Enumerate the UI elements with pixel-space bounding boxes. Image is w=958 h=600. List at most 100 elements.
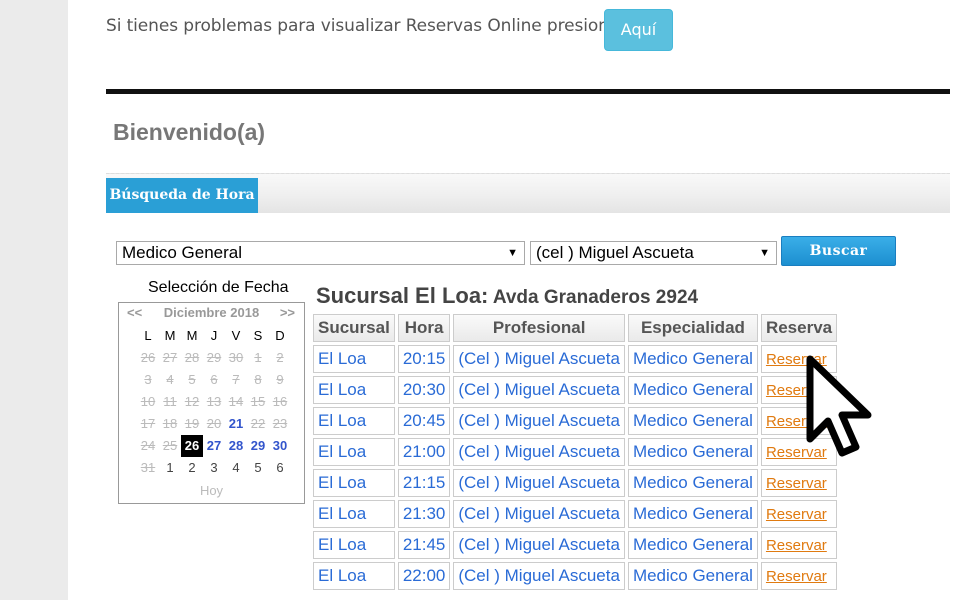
table-row: El Loa 20:15 (Cel ) Miguel Ascueta Medico G… xyxy=(313,345,838,373)
calendar-day: 29 xyxy=(206,350,222,365)
calendar-day: 5 xyxy=(188,372,196,387)
left-gutter xyxy=(0,0,68,600)
branch-name: Sucursal El Loa: xyxy=(316,283,489,308)
calendar-day: 1 xyxy=(254,350,262,365)
weekday-label: V xyxy=(231,328,241,343)
weekday-label: M xyxy=(186,328,198,343)
weekday-label: M xyxy=(164,328,176,343)
calendar-day: 20 xyxy=(206,416,222,431)
calendar-day: 12 xyxy=(184,394,200,409)
cell-sucursal: El Loa xyxy=(313,500,395,528)
cell-especialidad: Medico General xyxy=(627,407,758,435)
table-row: El Loa 21:45 (Cel ) Miguel Ascueta Medico G… xyxy=(313,531,838,559)
cell-hora: 20:30 xyxy=(397,376,451,404)
cell-profesional: (Cel ) Miguel Ascueta xyxy=(453,407,625,435)
cell-especialidad: Medico General xyxy=(627,438,758,466)
cell-profesional: (Cel ) Miguel Ascueta xyxy=(453,376,625,404)
calendar-day: 15 xyxy=(250,394,266,409)
search-button[interactable]: Buscar xyxy=(781,236,896,266)
aqui-button[interactable]: Aquí xyxy=(604,9,673,51)
cell-sucursal: El Loa xyxy=(313,376,395,404)
reservar-link[interactable]: Reservar xyxy=(760,531,838,559)
calendar-day: 28 xyxy=(184,350,200,365)
specialty-select[interactable]: Medico General ▼ xyxy=(116,241,525,265)
column-header: Especialidad xyxy=(627,314,758,342)
professional-select-value: (cel ) Miguel Ascueta xyxy=(536,243,694,262)
cell-especialidad: Medico General xyxy=(627,469,758,497)
calendar-day: 1 xyxy=(166,460,174,475)
table-row: El Loa 20:30 (Cel ) Miguel Ascueta Medico G… xyxy=(313,376,838,404)
cell-hora: 20:45 xyxy=(397,407,451,435)
weekday-label: J xyxy=(210,328,218,343)
notice-text: Si tienes problemas para visualizar Rese… xyxy=(106,16,620,36)
table-row: El Loa 20:45 (Cel ) Miguel Ascueta Medico G… xyxy=(313,407,838,435)
weekday-label: L xyxy=(144,328,152,343)
next-month-button[interactable]: >> xyxy=(280,305,295,320)
calendar-day[interactable]: 21 xyxy=(225,413,247,435)
dropdown-arrow-icon: ▼ xyxy=(759,247,770,259)
calendar-week: 26 27 28 29 30 1 2 xyxy=(137,347,291,369)
weekday-label: D xyxy=(275,328,285,343)
calendar-header: << Diciembre 2018 >> xyxy=(119,303,304,323)
calendar-day: 14 xyxy=(228,394,244,409)
calendar-day-selected[interactable]: 26 xyxy=(181,435,203,457)
cell-hora: 21:45 xyxy=(397,531,451,559)
calendar-day: 4 xyxy=(232,460,240,475)
calendar-title: Selección de Fecha xyxy=(148,279,289,296)
calendar-day: 22 xyxy=(250,416,266,431)
calendar-day: 4 xyxy=(166,372,174,387)
calendar-day: 6 xyxy=(210,372,218,387)
calendar-day: 9 xyxy=(276,372,284,387)
dropdown-arrow-icon: ▼ xyxy=(507,247,518,259)
calendar-month-label: Diciembre 2018 xyxy=(163,305,260,320)
calendar-day: 16 xyxy=(272,394,288,409)
reservar-link[interactable]: Reservar xyxy=(760,469,838,497)
calendar-week: 3456789 xyxy=(137,369,291,391)
cell-especialidad: Medico General xyxy=(627,562,758,590)
weekday-label: S xyxy=(253,328,263,343)
calendar-day[interactable]: 29 xyxy=(247,435,269,457)
calendar-day: 10 xyxy=(140,394,156,409)
column-header: Hora xyxy=(397,314,451,342)
table-header-row: Sucursal Hora Profesional Especialidad Reser… xyxy=(313,314,838,342)
calendar-week: 31 1 2 3 4 5 6 xyxy=(137,457,291,479)
cell-profesional: (Cel ) Miguel Ascueta xyxy=(453,438,625,466)
calendar-day: 8 xyxy=(254,372,262,387)
professional-select[interactable]: (cel ) Miguel Ascueta ▼ xyxy=(530,241,777,265)
calendar-day: 26 xyxy=(140,350,156,365)
cell-hora: 21:15 xyxy=(397,469,451,497)
specialty-select-value: Medico General xyxy=(122,243,243,262)
cell-profesional: (Cel ) Miguel Ascueta xyxy=(453,531,625,559)
calendar-day: 23 xyxy=(272,416,288,431)
today-button[interactable]: Hoy xyxy=(119,483,304,498)
cell-especialidad: Medico General xyxy=(627,500,758,528)
weekday-row: LMMJVSD xyxy=(137,325,291,347)
table-row: El Loa 21:30 (Cel ) Miguel Ascueta Medico G… xyxy=(313,500,838,528)
calendar-day: 24 xyxy=(140,438,156,453)
cell-hora: 21:30 xyxy=(397,500,451,528)
column-header: Reserva xyxy=(760,314,838,342)
cell-hora: 22:00 xyxy=(397,562,451,590)
calendar-day: 2 xyxy=(188,460,196,475)
cell-especialidad: Medico General xyxy=(627,376,758,404)
cell-profesional: (Cel ) Miguel Ascueta xyxy=(453,469,625,497)
calendar-day[interactable]: 27 xyxy=(203,435,225,457)
cell-profesional: (Cel ) Miguel Ascueta xyxy=(453,345,625,373)
page-title: Bienvenido(a) xyxy=(113,119,266,145)
calendar-day: 19 xyxy=(184,416,200,431)
branch-address: Avda Granaderos 2924 xyxy=(492,287,699,308)
cell-especialidad: Medico General xyxy=(627,531,758,559)
cell-especialidad: Medico General xyxy=(627,345,758,373)
calendar-day[interactable]: 28 xyxy=(225,435,247,457)
cell-sucursal: El Loa xyxy=(313,469,395,497)
reservar-link[interactable]: Reservar xyxy=(760,562,838,590)
column-header: Sucursal xyxy=(313,314,395,342)
calendar-day: 3 xyxy=(210,460,218,475)
cell-sucursal: El Loa xyxy=(313,345,395,373)
reservar-link[interactable]: Reservar xyxy=(760,500,838,528)
cell-sucursal: El Loa xyxy=(313,531,395,559)
calendar-day[interactable]: 30 xyxy=(269,435,291,457)
calendar-day: 13 xyxy=(206,394,222,409)
column-header: Profesional xyxy=(453,314,625,342)
tab-busqueda-de-hora[interactable]: Búsqueda de Hora xyxy=(106,178,258,213)
